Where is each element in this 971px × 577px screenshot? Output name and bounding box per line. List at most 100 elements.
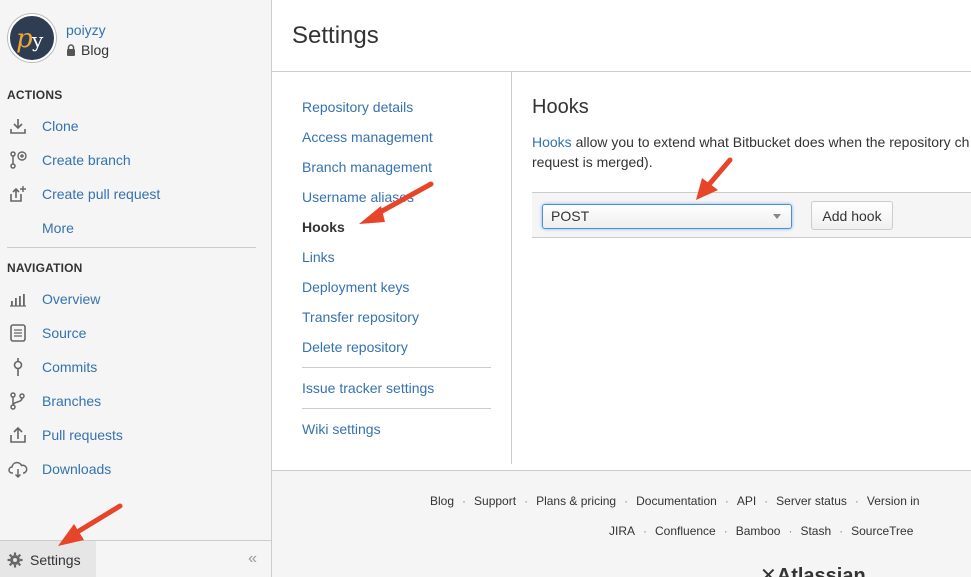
footer-links-row2: JIRA · Confluence · Bamboo · Stash · SourceTree: [609, 524, 913, 538]
footer-sep: ·: [724, 494, 729, 508]
avatar-logo-icon: p: [16, 24, 33, 54]
settings-nav-separator: [511, 72, 512, 464]
bar-chart-icon: [7, 288, 29, 310]
sidebar-item-label: Clone: [42, 118, 79, 134]
footer-link-blog[interactable]: Blog: [430, 494, 454, 508]
footer-links-row1: Blog · Support · Plans & pricing · Documentati…: [430, 494, 920, 508]
footer-sep: ·: [643, 524, 648, 538]
pull-request-icon: [7, 424, 29, 446]
sidebar-item-label: Branches: [42, 393, 102, 409]
footer-link-sourcetree[interactable]: SourceTree: [851, 524, 913, 538]
footer-link-confluence[interactable]: Confluence: [655, 524, 716, 538]
footer-sep: ·: [839, 524, 844, 538]
avatar[interactable]: p y: [8, 14, 56, 62]
hooks-description: Hooks allow you to extend what Bitbucket…: [532, 132, 971, 172]
cloud-download-icon: [7, 458, 29, 480]
repo-name-label: Blog: [81, 42, 110, 58]
footer-sep: ·: [764, 494, 769, 508]
download-icon: [7, 115, 29, 137]
footer-link-api[interactable]: API: [737, 494, 756, 508]
settings-nav-access-management[interactable]: Access management: [302, 129, 433, 145]
commit-icon: [7, 356, 29, 378]
collapse-sidebar-button[interactable]: «: [248, 550, 257, 568]
footer-sep: ·: [723, 524, 728, 538]
document-icon: [7, 322, 29, 344]
sidebar-settings-button[interactable]: Settings: [0, 541, 96, 577]
sidebar-footer: Settings «: [0, 540, 271, 577]
atlassian-logo[interactable]: ✕Atlassian: [760, 563, 866, 577]
hooks-title: Hooks: [532, 96, 589, 118]
settings-nav-issue-tracker-settings[interactable]: Issue tracker settings: [302, 380, 434, 396]
sidebar-item-label: Create branch: [42, 152, 131, 168]
sidebar-item-label: More: [42, 220, 74, 236]
settings-nav-deployment-keys[interactable]: Deployment keys: [302, 279, 409, 295]
settings-nav-wiki-settings[interactable]: Wiki settings: [302, 421, 381, 437]
footer-link-server-status[interactable]: Server status: [776, 494, 847, 508]
hooks-description-line2: request is merged).: [532, 154, 653, 170]
footer-link-version-info[interactable]: Version in: [867, 494, 920, 508]
settings-nav-divider: [302, 367, 491, 368]
sidebar-item-downloads[interactable]: Downloads: [7, 456, 257, 482]
sidebar-divider: [7, 247, 256, 248]
lock-icon: [67, 44, 75, 56]
sidebar-item-pull-requests[interactable]: Pull requests: [7, 422, 257, 448]
branch-icon: [7, 390, 29, 412]
settings-nav-repository-details[interactable]: Repository details: [302, 99, 413, 115]
avatar-logo-mark: y: [32, 28, 44, 52]
sidebar-item-label: Pull requests: [42, 427, 123, 443]
hook-type-selected-value: POST: [551, 208, 590, 224]
footer-link-plans-pricing[interactable]: Plans & pricing: [536, 494, 616, 508]
sidebar-item-overview[interactable]: Overview: [7, 286, 257, 312]
add-hook-button[interactable]: Add hook: [811, 201, 893, 230]
footer-sep: ·: [788, 524, 793, 538]
settings-nav-username-aliases[interactable]: Username aliases: [302, 189, 414, 205]
repo-owner-link[interactable]: poiyzy: [66, 22, 106, 38]
settings-label: Settings: [30, 551, 81, 568]
sidebar-item-clone[interactable]: Clone: [7, 113, 257, 139]
page-title: Settings: [292, 22, 379, 49]
sidebar-item-commits[interactable]: Commits: [7, 354, 257, 380]
pull-request-plus-icon: [7, 183, 29, 205]
actions-section-title: ACTIONS: [7, 88, 63, 102]
footer-link-support[interactable]: Support: [474, 494, 516, 508]
repo-header: p y poiyzy Blog: [8, 14, 268, 70]
hooks-description-line1: allow you to extend what Bitbucket does …: [571, 134, 970, 150]
footer-sep: ·: [624, 494, 629, 508]
sidebar-item-label: Overview: [42, 291, 101, 307]
footer-sep: ·: [854, 494, 859, 508]
sidebar-item-create-branch[interactable]: Create branch: [7, 147, 257, 173]
sidebar-item-branches[interactable]: Branches: [7, 388, 257, 414]
sidebar-item-label: Create pull request: [42, 186, 161, 202]
settings-nav-delete-repository[interactable]: Delete repository: [302, 339, 408, 355]
footer-link-jira[interactable]: JIRA: [609, 524, 635, 538]
navigation-section-title: NAVIGATION: [7, 261, 83, 275]
settings-nav-hooks[interactable]: Hooks: [302, 219, 345, 235]
add-hook-bar: POST Add hook: [532, 192, 971, 238]
sidebar-item-label: Downloads: [42, 461, 112, 477]
hooks-help-link[interactable]: Hooks: [532, 134, 572, 150]
sidebar-item-create-pull-request[interactable]: Create pull request: [7, 181, 257, 207]
chevron-down-icon: [773, 214, 781, 219]
sidebar-item-source[interactable]: Source: [7, 320, 257, 346]
settings-nav-links[interactable]: Links: [302, 249, 335, 265]
footer-link-documentation[interactable]: Documentation: [636, 494, 717, 508]
footer-link-stash[interactable]: Stash: [800, 524, 831, 538]
settings-nav-transfer-repository[interactable]: Transfer repository: [302, 309, 419, 325]
hook-type-select[interactable]: POST: [542, 204, 792, 229]
title-divider: [272, 71, 971, 72]
gear-icon: [7, 552, 23, 567]
repo-name[interactable]: Blog: [66, 42, 109, 58]
sidebar-item-label: Source: [42, 325, 87, 341]
footer-link-bamboo[interactable]: Bamboo: [736, 524, 781, 538]
page-footer: Blog · Support · Plans & pricing · Documentati…: [272, 470, 971, 577]
settings-nav-divider: [302, 408, 491, 409]
sidebar-item-more[interactable]: More: [7, 215, 257, 241]
atlassian-wordmark: Atlassian: [776, 565, 866, 577]
settings-nav-branch-management[interactable]: Branch management: [302, 159, 432, 175]
footer-sep: ·: [524, 494, 529, 508]
sidebar: p y poiyzy Blog ACTIONS Clone Create bra…: [0, 0, 272, 577]
sidebar-item-label: Commits: [42, 359, 98, 375]
branch-plus-icon: [7, 149, 29, 171]
footer-sep: ·: [462, 494, 467, 508]
